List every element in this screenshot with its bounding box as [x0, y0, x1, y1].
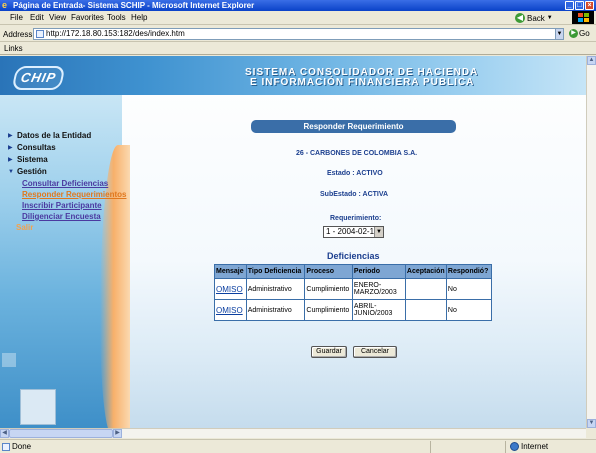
omiso-link[interactable]: OMISO — [216, 306, 243, 315]
window-title: Página de Entrada- Sistema SCHIP - Micro… — [13, 1, 255, 10]
scroll-thumb[interactable] — [9, 429, 113, 438]
zone-label: Internet — [521, 442, 549, 451]
header-banner: CHIP SISTEMA CONSOLIDADOR DE HACIENDA E … — [0, 56, 586, 95]
entity-name: 26 - CARBONES DE COLOMBIA S.A. — [296, 150, 418, 157]
address-url: http://172.18.80.153:182/des/index.htm — [46, 29, 185, 38]
links-label[interactable]: Links — [4, 44, 23, 53]
nav-datos-entidad[interactable]: Datos de la Entidad — [8, 130, 126, 142]
requerimiento-select[interactable]: 1 - 2004-02-13 ▼ — [323, 226, 384, 238]
column-header: Aceptación — [405, 265, 446, 278]
scroll-up-icon[interactable]: ▲ — [587, 56, 596, 65]
periodo-cell: ABRIL-JUNIO/2003 — [352, 300, 405, 320]
tipo-deficiencia-cell: Administrativo — [246, 279, 305, 299]
sidebar-decoration-box — [20, 389, 56, 425]
scroll-right-icon[interactable]: ▶ — [113, 429, 122, 438]
menu-edit[interactable]: Edit — [30, 13, 44, 22]
status-divider — [505, 441, 506, 453]
back-label: Back — [527, 13, 545, 23]
address-input[interactable]: http://172.18.80.153:182/des/index.htm — [33, 28, 563, 40]
back-arrow-icon: ◀ — [515, 13, 525, 23]
status-text: Done — [12, 442, 32, 451]
vertical-scrollbar[interactable]: ▲ ▼ — [586, 56, 596, 428]
sidebar-decoration-square — [2, 353, 16, 367]
table-row: OMISO Administrativo Cumplimiento ENERO-… — [215, 279, 491, 299]
mensaje-cell: OMISO — [215, 279, 246, 299]
deficiencias-table: Mensaje Tipo Deficiencia Proceso Periodo… — [214, 264, 492, 321]
horizontal-scrollbar[interactable]: ◀ ▶ — [0, 428, 586, 438]
links-bar: Links — [0, 42, 596, 55]
save-button[interactable]: Guardar — [311, 346, 347, 358]
nav-inscribir-participante[interactable]: Inscribir Participante — [8, 200, 126, 211]
go-label: Go — [579, 29, 590, 38]
status-divider — [430, 441, 431, 453]
globe-icon — [510, 442, 519, 451]
go-button[interactable]: ▶ Go — [569, 29, 590, 38]
menu-help[interactable]: Help — [131, 13, 147, 22]
nav-salir[interactable]: Salir — [8, 222, 126, 233]
ie-logo-icon: e — [2, 0, 8, 10]
cancel-button[interactable]: Cancelar — [353, 346, 397, 358]
mensaje-cell: OMISO — [215, 300, 246, 320]
menu-favorites[interactable]: Favorites — [71, 13, 104, 22]
respondio-cell: No — [446, 300, 491, 320]
chevron-down-icon: ▼ — [374, 227, 383, 237]
nav-menu: Datos de la Entidad Consultas Sistema Ge… — [8, 130, 126, 233]
aceptacion-cell — [405, 300, 446, 320]
estado-text: Estado : ACTIVO — [327, 170, 383, 177]
go-arrow-icon: ▶ — [569, 29, 578, 38]
menu-bar: File Edit View Favorites Tools Help ◀ Ba… — [0, 11, 596, 25]
window-titlebar: e Página de Entrada- Sistema SCHIP - Mic… — [0, 0, 596, 11]
menu-file[interactable]: File — [10, 13, 23, 22]
close-button[interactable]: × — [585, 1, 594, 10]
respondio-cell: No — [446, 279, 491, 299]
page-icon — [36, 30, 44, 38]
nav-consultas[interactable]: Consultas — [8, 142, 126, 154]
nav-diligenciar-encuesta[interactable]: Diligenciar Encuesta — [8, 211, 126, 222]
nav-gestion[interactable]: Gestión — [8, 166, 126, 178]
subestado-text: SubEstado : ACTIVA — [320, 191, 389, 198]
column-header: Periodo — [352, 265, 405, 278]
nav-responder-requerimientos[interactable]: Responder Requerimientos — [8, 189, 126, 200]
aceptacion-cell — [405, 279, 446, 299]
window-controls: _ □ × — [565, 1, 594, 10]
nav-sistema[interactable]: Sistema — [8, 154, 126, 166]
address-bar: Address http://172.18.80.153:182/des/ind… — [0, 26, 596, 42]
security-zone: Internet — [510, 442, 548, 451]
windows-logo-icon — [572, 11, 594, 24]
requerimiento-value: 1 - 2004-02-13 — [326, 227, 379, 236]
proceso-cell: Cumplimiento — [305, 279, 352, 299]
tipo-deficiencia-cell: Administrativo — [246, 300, 305, 320]
column-header: Respondió? — [446, 265, 491, 278]
system-title-line2: E INFORMACIÓN FINANCIERA PUBLICA — [250, 77, 475, 88]
proceso-cell: Cumplimiento — [305, 300, 352, 320]
scroll-down-icon[interactable]: ▼ — [587, 419, 596, 428]
requerimiento-label: Requerimiento: — [330, 215, 382, 222]
scroll-left-icon[interactable]: ◀ — [0, 429, 9, 438]
column-header: Mensaje — [215, 265, 246, 278]
periodo-cell: ENERO-MARZO/2003 — [352, 279, 405, 299]
chip-logo: CHIP — [11, 66, 66, 90]
deficiencias-title: Deficiencias — [327, 251, 380, 261]
address-dropdown-button[interactable]: ▼ — [555, 28, 564, 40]
maximize-button[interactable]: □ — [575, 1, 584, 10]
menu-tools[interactable]: Tools — [107, 13, 126, 22]
column-header: Proceso — [305, 265, 352, 278]
chevron-down-icon: ▼ — [546, 15, 553, 21]
status-bar: Done Internet — [0, 439, 596, 453]
column-header: Tipo Deficiencia — [246, 265, 305, 278]
menu-view[interactable]: View — [49, 13, 66, 22]
page-content: CHIP SISTEMA CONSOLIDADOR DE HACIENDA E … — [0, 56, 586, 428]
nav-consultar-deficiencias[interactable]: Consultar Deficiencias — [8, 178, 126, 189]
back-button[interactable]: ◀ Back ▼ — [515, 12, 553, 24]
minimize-button[interactable]: _ — [565, 1, 574, 10]
omiso-link[interactable]: OMISO — [216, 285, 243, 294]
table-header-row: Mensaje Tipo Deficiencia Proceso Periodo… — [215, 265, 491, 278]
page-done-icon — [2, 443, 10, 451]
page-title: Responder Requerimiento — [251, 120, 456, 133]
address-label: Address — [3, 30, 33, 39]
table-row: OMISO Administrativo Cumplimiento ABRIL-… — [215, 300, 491, 320]
